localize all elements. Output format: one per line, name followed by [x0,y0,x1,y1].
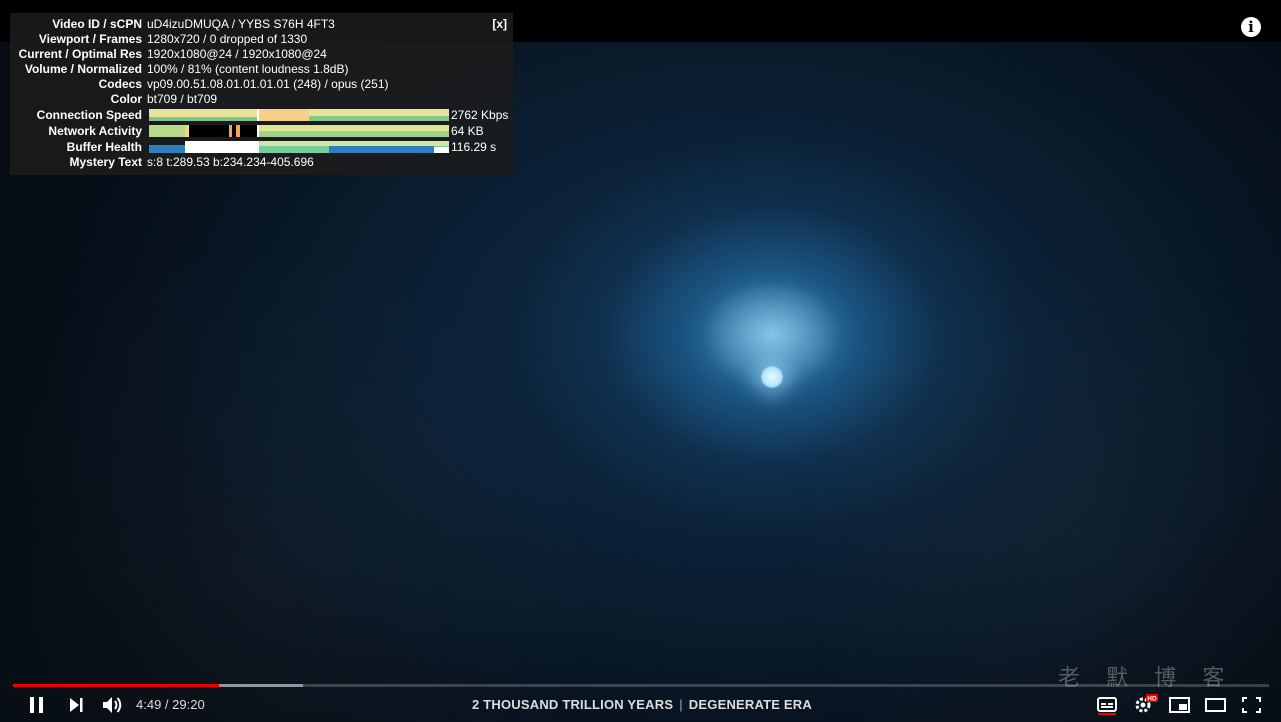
stats-row: Codecs vp09.00.51.08.01.01.01.01 (248) /… [10,77,513,92]
stats-key: Connection Speed [36,108,142,122]
stats-for-nerds-panel: [x] Video ID / sCPN uD4izuDMUQA / YYBS S… [10,13,513,175]
pause-icon[interactable] [25,694,49,716]
stats-key: Viewport / Frames [38,32,142,46]
connection-speed-graph [149,109,449,121]
progress-played [13,684,219,687]
duration: 29:20 [172,697,205,712]
stats-row-buffer-health: Buffer Health 116.29 s [10,140,513,155]
stats-key: Color [110,92,142,106]
stats-value: 64 KB [451,124,484,138]
stats-key: Buffer Health [66,140,142,154]
stats-value: s:8 t:289.53 b:234.234-405.696 [147,155,314,169]
chapter-title[interactable]: 2 THOUSAND TRILLION YEARS | DEGENERATE ERA [472,697,812,712]
fullscreen-icon[interactable] [1240,694,1264,716]
stats-row-connection-speed: Connection Speed 2762 Kbps [10,108,513,123]
settings-icon[interactable]: HD [1132,694,1158,716]
stats-key: Video ID / sCPN [52,17,142,31]
volume-icon[interactable] [100,694,124,716]
stats-row-network-activity: Network Activity 64 KB [10,124,513,139]
stats-key: Current / Optimal Res [18,47,142,61]
miniplayer-icon[interactable] [1168,694,1192,716]
stats-row-mystery-text: Mystery Text s:8 t:289.53 b:234.234-405.… [10,155,513,170]
stats-row: Color bt709 / bt709 [10,92,513,107]
stats-key: Mystery Text [69,155,142,169]
stats-value: 1920x1080@24 / 1920x1080@24 [147,47,327,61]
chapter-title-left: 2 THOUSAND TRILLION YEARS [472,697,674,712]
stats-row: Video ID / sCPN uD4izuDMUQA / YYBS S76H … [10,17,513,32]
stats-key: Volume / Normalized [24,62,142,76]
stats-value: vp09.00.51.08.01.01.01.01 (248) / opus (… [147,77,389,91]
info-icon[interactable]: i [1241,17,1261,37]
time-separator: / [161,697,173,712]
stats-key: Network Activity [48,124,142,138]
white-dwarf-star [761,366,783,388]
stats-value: 116.29 s [451,140,497,154]
stats-value: 1280x720 / 0 dropped of 1330 [147,32,308,46]
network-activity-graph [149,125,449,137]
time-display: 4:49 / 29:20 [136,697,205,712]
theater-mode-icon[interactable] [1204,694,1228,716]
stats-value: bt709 / bt709 [147,92,218,106]
next-video-icon[interactable] [64,694,88,716]
stats-row: Viewport / Frames 1280x720 / 0 dropped o… [10,32,513,47]
stats-row: Current / Optimal Res 1920x1080@24 / 192… [10,47,513,62]
current-time: 4:49 [136,697,162,712]
stats-row: Volume / Normalized 100% / 81% (content … [10,62,513,77]
chapter-title-right: DEGENERATE ERA [688,697,812,712]
subtitles-icon[interactable] [1096,694,1120,716]
video-player[interactable]: i [x] Video ID / sCPN uD4izuDMUQA / YYBS… [0,0,1281,722]
stats-value: 2762 Kbps [451,108,509,122]
stats-key: Codecs [98,77,142,91]
quality-badge: HD [1147,696,1157,703]
chapter-separator: | [679,697,683,712]
stats-value: uD4izuDMUQA / YYBS S76H 4FT3 [147,17,335,31]
buffer-health-graph [149,141,449,153]
stats-value: 100% / 81% (content loudness 1.8dB) [147,62,349,76]
